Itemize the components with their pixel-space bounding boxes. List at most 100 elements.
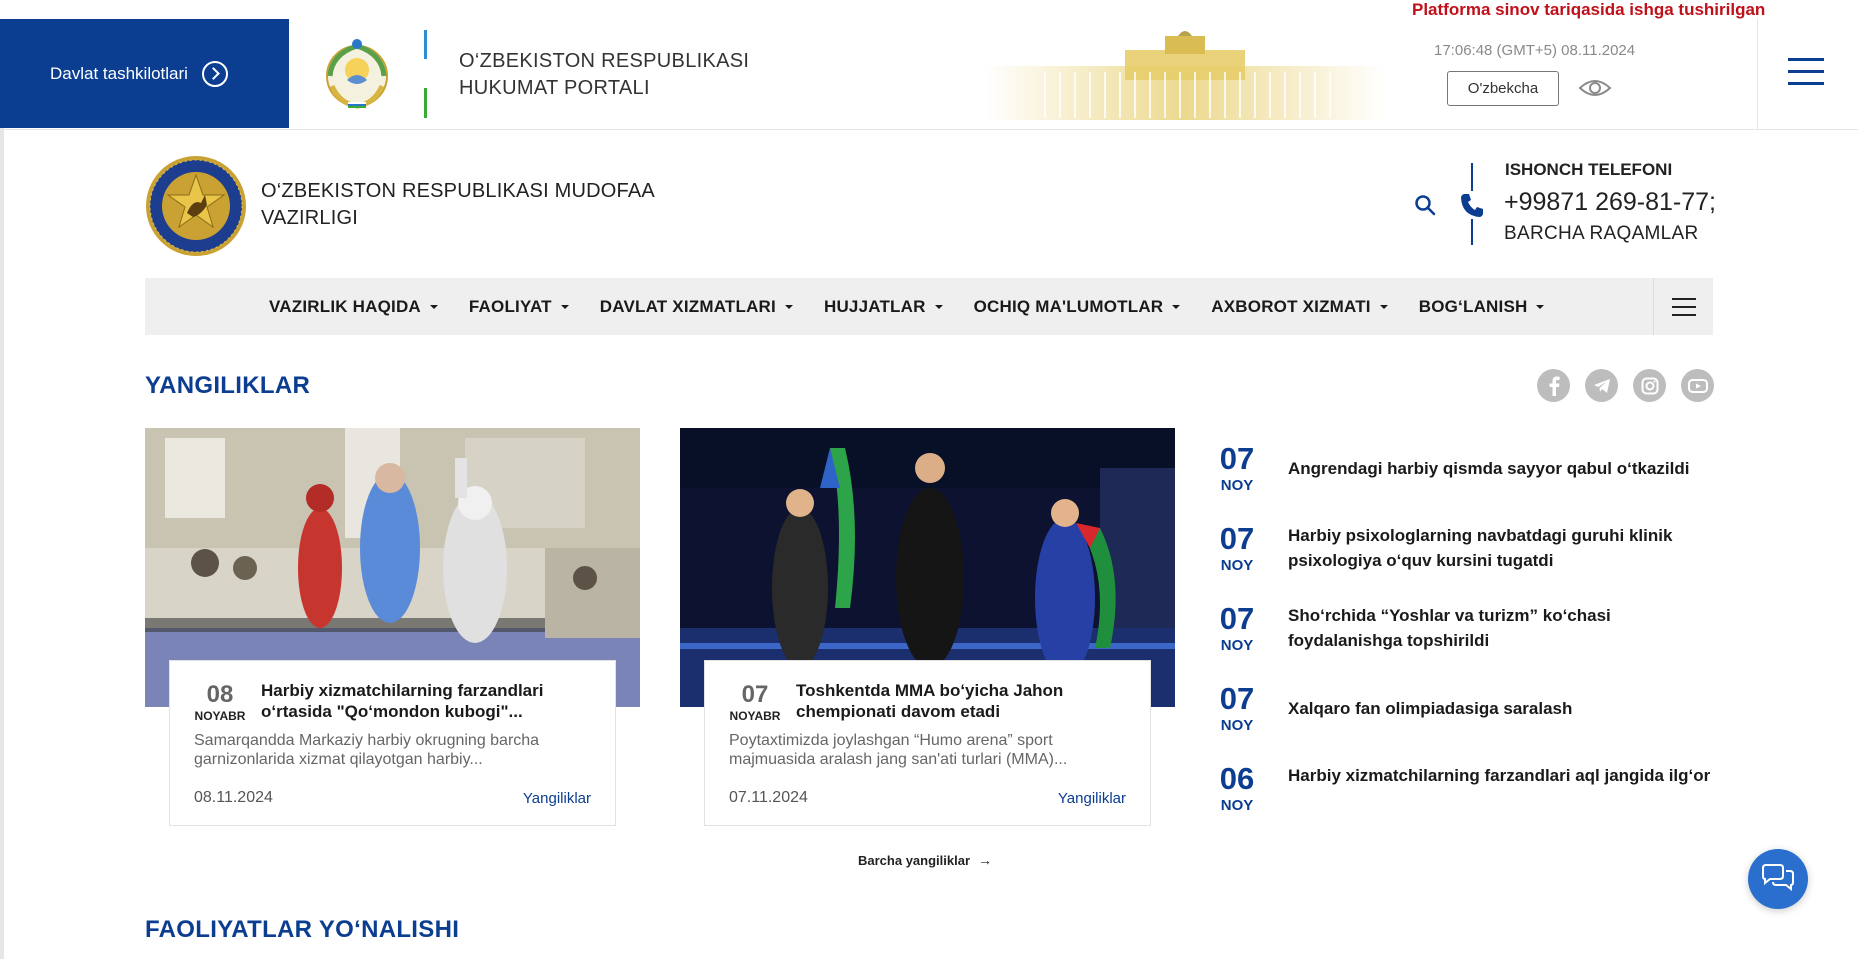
nav-item-ochiq-malumotlar[interactable]: OCHIQ MA'LUMOTLAR: [974, 297, 1181, 317]
nav-item-label: BOG‘LANISH: [1418, 296, 1528, 316]
news-list-month: NOY: [1220, 477, 1254, 494]
search-icon[interactable]: [1414, 194, 1436, 216]
arrow-right-icon: →: [978, 852, 992, 868]
news-list-month: NOY: [1220, 797, 1254, 814]
caret-down-icon: [784, 304, 793, 309]
hotline-number[interactable]: +99871 269-81-77;: [1504, 188, 1716, 217]
news-card-day: 07: [741, 681, 769, 708]
news-list-day: 07: [1219, 521, 1255, 556]
news-card-category-link[interactable]: Yangiliklar: [1058, 790, 1126, 807]
social-links: [1537, 369, 1714, 402]
news-card-date: 08.11.2024: [194, 789, 273, 806]
hotline-label: ISHONCH TELEFONI: [1505, 160, 1673, 179]
news-card[interactable]: 07 NOYABR Toshkentda MMA bo‘yicha Jahon …: [704, 660, 1151, 826]
caret-down-icon: [1172, 304, 1181, 309]
gov-portal-title-line1: O‘ZBEKISTON RESPUBLIKASI: [459, 50, 750, 72]
nav-item-label: HUJJATLAR: [823, 296, 926, 316]
menu-bar: [1788, 70, 1824, 73]
news-list-day: 06: [1219, 761, 1255, 796]
gov-organizations-label: Davlat tashkilotlari: [50, 63, 188, 83]
news-list-month: NOY: [1220, 717, 1254, 734]
ministry-title[interactable]: O‘ZBEKISTON RESPUBLIKASI MUDOFAA VAZIRLI…: [261, 178, 655, 232]
gov-portal-title[interactable]: O‘ZBEKISTON RESPUBLIKASI HUKUMAT PORTALI: [459, 48, 749, 102]
news-list-item[interactable]: 07 NOY Angrendagi harbiy qismda sayyor q…: [1217, 443, 1717, 503]
nav-list: VAZIRLIK HAQIDA FAOLIYAT DAVLAT XIZMATLA…: [269, 278, 1575, 335]
nav-item-hujjatlar[interactable]: HUJJATLAR: [824, 297, 943, 317]
news-card-title[interactable]: Toshkentda MMA bo‘yicha Jahon chempionat…: [796, 680, 1136, 722]
news-list-item[interactable]: 07 NOY Harbiy psixologlarning navbatdagi…: [1217, 523, 1717, 583]
news-list-title[interactable]: Xalqaro fan olimpiadasiga saralash: [1288, 696, 1718, 721]
menu-bar: [1788, 82, 1824, 85]
news-card-day: 08: [206, 681, 234, 708]
news-list-title[interactable]: Harbiy xizmatchilarning farzandlari aql …: [1288, 763, 1718, 788]
topbar-separator: [1757, 19, 1758, 130]
telegram-icon[interactable]: [1585, 369, 1618, 402]
main-menu-button[interactable]: [1788, 58, 1824, 88]
nav-item-faoliyat[interactable]: FAOLIYAT: [469, 297, 569, 317]
page-left-edge: [0, 128, 4, 959]
main-navigation: VAZIRLIK HAQIDA FAOLIYAT DAVLAT XIZMATLA…: [145, 278, 1713, 335]
news-list-title[interactable]: Harbiy psixologlarning navbatdagi guruhi…: [1288, 523, 1718, 573]
nav-item-label: DAVLAT XIZMATLARI: [599, 296, 776, 316]
pilot-notice: Platforma sinov tariqasida ishga tushiri…: [1412, 0, 1766, 19]
chevron-right-circle-icon: [201, 60, 228, 87]
nav-item-label: OCHIQ MA'LUMOTLAR: [973, 296, 1164, 316]
caret-down-icon: [560, 304, 569, 309]
eye-icon[interactable]: [1578, 77, 1612, 99]
caret-down-icon: [1536, 304, 1545, 309]
language-selector[interactable]: O'zbekcha: [1447, 71, 1559, 106]
chat-bubbles-icon: [1762, 864, 1794, 892]
gov-topbar: Davlat tashkilotlari O‘ZBEKISTON RESPUBL…: [0, 0, 1858, 130]
news-list-day: 07: [1219, 441, 1255, 476]
ministry-title-line1: O‘ZBEKISTON RESPUBLIKASI MUDOFAA: [261, 180, 655, 202]
ministry-title-line2: VAZIRLIGI: [261, 207, 359, 229]
all-news-label: Barcha yangiliklar: [858, 852, 970, 868]
nav-item-label: AXBOROT XIZMATI: [1211, 296, 1371, 316]
nav-item-label: VAZIRLIK HAQIDA: [269, 296, 421, 316]
facebook-icon[interactable]: [1537, 369, 1570, 402]
news-list-item[interactable]: 06 NOY Harbiy xizmatchilarning farzandla…: [1217, 763, 1717, 823]
news-list-day: 07: [1219, 681, 1255, 716]
flag-color-divider: [424, 30, 427, 118]
activities-section-title: FAOLIYATLAR YO‘NALISHI: [145, 916, 460, 943]
news-card-date: 07.11.2024: [729, 789, 808, 806]
news-list-item[interactable]: 07 NOY Xalqaro fan olimpiadasiga saralas…: [1217, 683, 1717, 743]
menu-bar: [1788, 58, 1824, 61]
news-list-month: NOY: [1220, 557, 1254, 574]
news-list-month: NOY: [1220, 637, 1254, 654]
youtube-icon[interactable]: [1681, 369, 1714, 402]
menu-bar: [1671, 313, 1696, 316]
caret-down-icon: [934, 304, 943, 309]
news-list-day: 07: [1219, 601, 1255, 636]
news-card-month: NOYABR: [194, 709, 246, 723]
all-numbers-link[interactable]: BARCHA RAQAMLAR: [1504, 223, 1699, 245]
gov-organizations-button[interactable]: Davlat tashkilotlari: [0, 19, 289, 128]
news-card[interactable]: 08 NOYABR Harbiy xizmatchilarning farzan…: [169, 660, 616, 826]
news-card-excerpt: Poytaxtimizda joylashgan “Humo arena” sp…: [729, 732, 1068, 768]
caret-down-icon: [1379, 304, 1388, 309]
nav-menu-button[interactable]: [1653, 278, 1713, 335]
caret-down-icon: [429, 304, 438, 309]
news-list-title[interactable]: Angrendagi harbiy qismda sayyor qabul o‘…: [1288, 456, 1718, 481]
gov-portal-title-line2: HUKUMAT PORTALI: [459, 77, 650, 99]
news-section-title: YANGILIKLAR: [145, 372, 311, 399]
news-list-item[interactable]: 07 NOY Sho‘rchida “Yoshlar va turizm” ko…: [1217, 603, 1717, 663]
menu-bar: [1671, 297, 1696, 300]
government-building-illustration: [985, 31, 1385, 120]
news-card-category-link[interactable]: Yangiliklar: [523, 790, 591, 807]
news-list-title[interactable]: Sho‘rchida “Yoshlar va turizm” ko‘chasi …: [1288, 603, 1718, 653]
nav-item-label: FAOLIYAT: [468, 296, 552, 316]
nav-item-vazirlik-haqida[interactable]: VAZIRLIK HAQIDA: [269, 297, 438, 317]
nav-item-boglanish[interactable]: BOG‘LANISH: [1419, 297, 1545, 317]
news-card-title[interactable]: Harbiy xizmatchilarning farzandlari o‘rt…: [261, 680, 601, 722]
ministry-emblem-icon[interactable]: [145, 155, 247, 257]
nav-item-davlat-xizmatlari[interactable]: DAVLAT XIZMATLARI: [600, 297, 793, 317]
all-news-link[interactable]: Barcha yangiliklar →: [858, 852, 992, 868]
menu-bar: [1671, 305, 1696, 308]
news-card-month: NOYABR: [729, 709, 781, 723]
nav-item-axborot-xizmati[interactable]: AXBOROT XIZMATI: [1211, 296, 1388, 317]
instagram-icon[interactable]: [1633, 369, 1666, 402]
news-card-excerpt: Samarqandda Markaziy harbiy okrugning ba…: [194, 732, 540, 768]
chat-button[interactable]: [1748, 849, 1808, 909]
phone-icon: [1458, 191, 1486, 219]
